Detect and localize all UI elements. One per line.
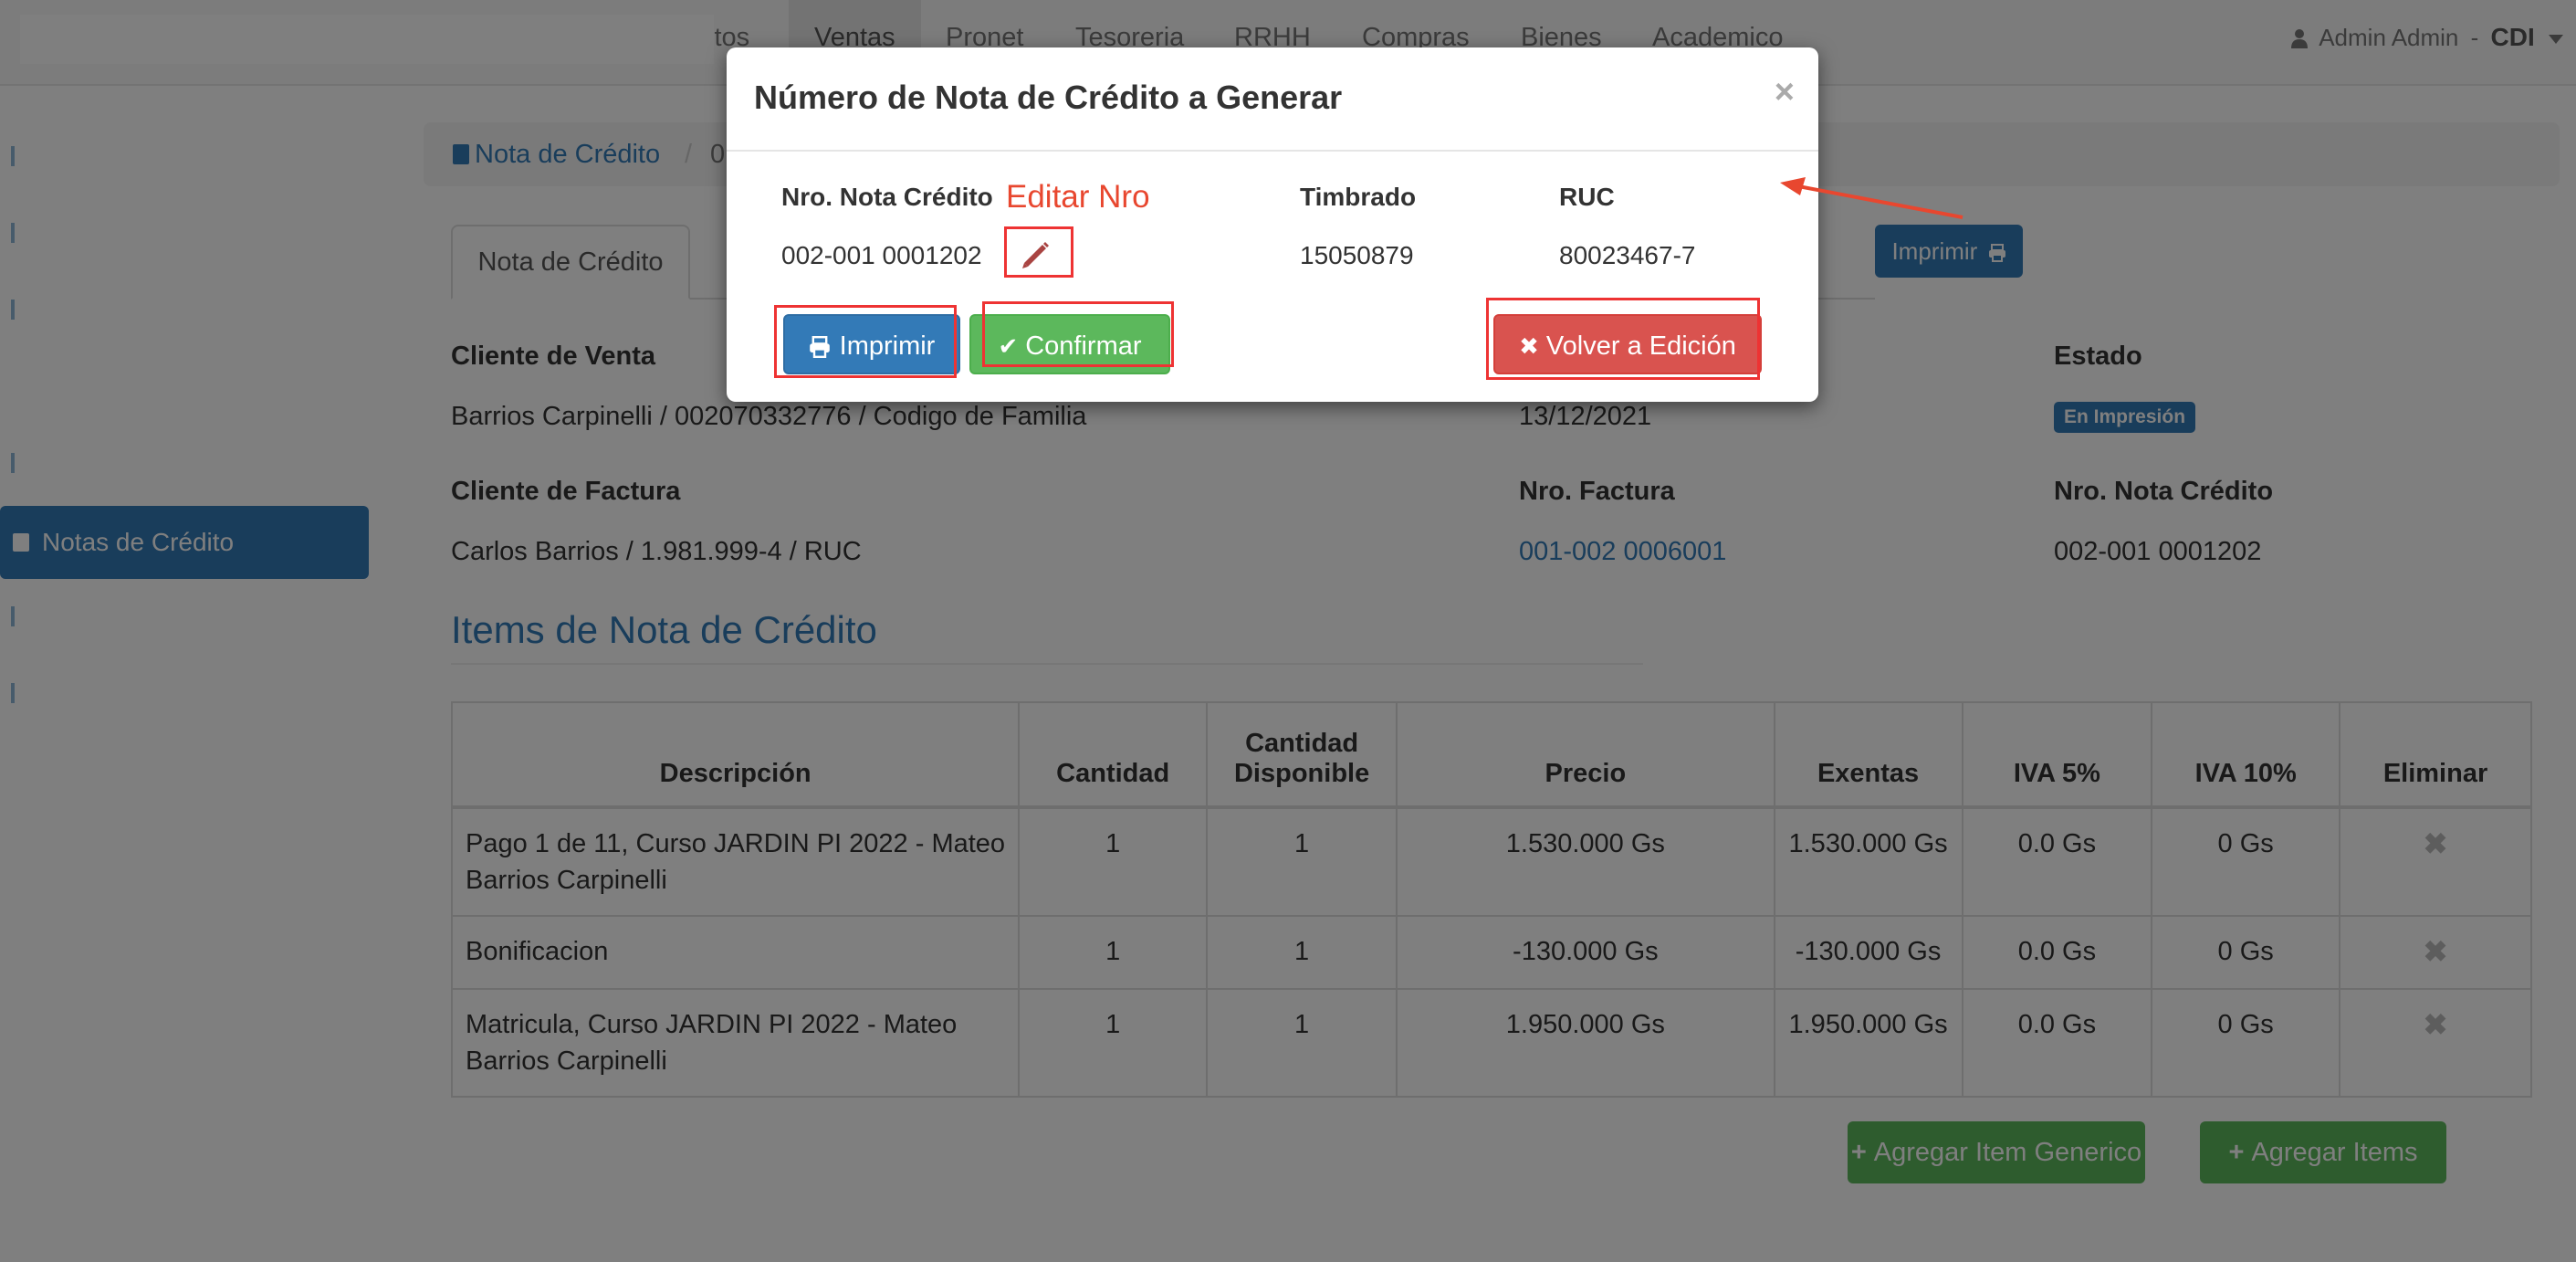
annotation-arrow xyxy=(1780,177,1963,219)
